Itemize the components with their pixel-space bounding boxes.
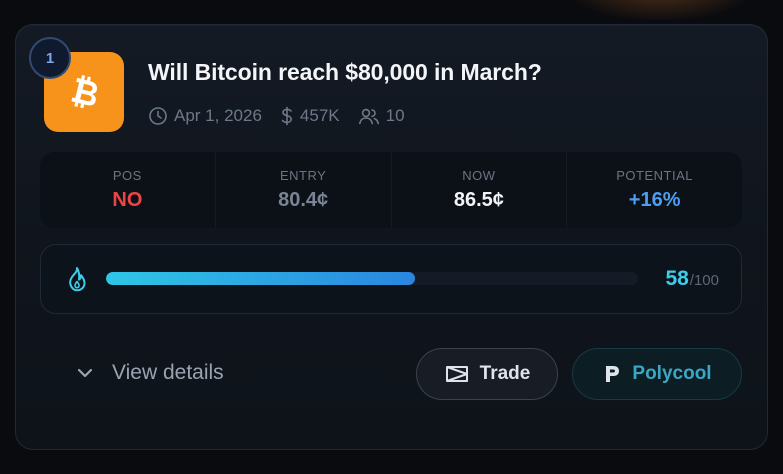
stat-label: ENTRY	[279, 168, 327, 183]
stat-value: 86.5¢	[453, 189, 504, 211]
volume-text: 457K	[299, 106, 340, 125]
score-max: /100	[689, 272, 719, 289]
trade-label: Trade	[479, 363, 531, 384]
traders-meta: 10	[358, 106, 405, 126]
ticket-icon	[445, 366, 468, 382]
stat-potential: POTENTIAL +16%	[567, 152, 742, 228]
score-value: 58	[665, 267, 689, 290]
score-readout: 58 /100	[665, 267, 719, 291]
score-panel: 58 /100	[40, 244, 742, 314]
clock-icon	[149, 107, 167, 125]
stat-value: 80.4¢	[278, 189, 329, 211]
stat-value: NO	[112, 189, 143, 211]
market-meta: Apr 1, 2026 457K 10	[148, 104, 423, 128]
stat-label: NOW	[462, 168, 496, 183]
view-details-label: View details	[112, 361, 224, 384]
users-icon	[358, 108, 379, 125]
stat-position: POS NO	[40, 152, 216, 228]
stat-now: NOW 86.5¢	[392, 152, 568, 228]
polycool-button[interactable]: Polycool	[572, 348, 742, 400]
rank-number: 1	[45, 49, 55, 67]
view-details-toggle[interactable]: View details	[76, 358, 224, 388]
market-title[interactable]: Will Bitcoin reach $80,000 in March?	[148, 59, 748, 86]
traders-text: 10	[385, 106, 405, 125]
stat-entry: ENTRY 80.4¢	[216, 152, 392, 228]
stat-label: POS	[112, 168, 142, 183]
score-bar	[106, 272, 638, 285]
trade-button[interactable]: Trade	[416, 348, 558, 400]
rank-badge: 1	[29, 37, 71, 79]
date-meta: Apr 1, 2026	[148, 106, 262, 126]
volume-meta: 457K	[280, 106, 340, 126]
polycool-logo-icon	[606, 366, 620, 382]
dollar-icon	[281, 106, 292, 126]
date-text: Apr 1, 2026	[174, 106, 262, 125]
stat-label: POTENTIAL	[616, 168, 693, 183]
flame-icon	[69, 267, 86, 292]
polycool-label: Polycool	[632, 363, 712, 384]
stat-value: +16%	[628, 189, 681, 211]
score-bar-fill	[106, 272, 415, 285]
ambient-glow	[560, 0, 760, 20]
stats-panel: POS NO ENTRY 80.4¢ NOW 86.5¢ POTENTIAL +…	[40, 152, 742, 228]
chevron-down-icon	[77, 368, 93, 378]
